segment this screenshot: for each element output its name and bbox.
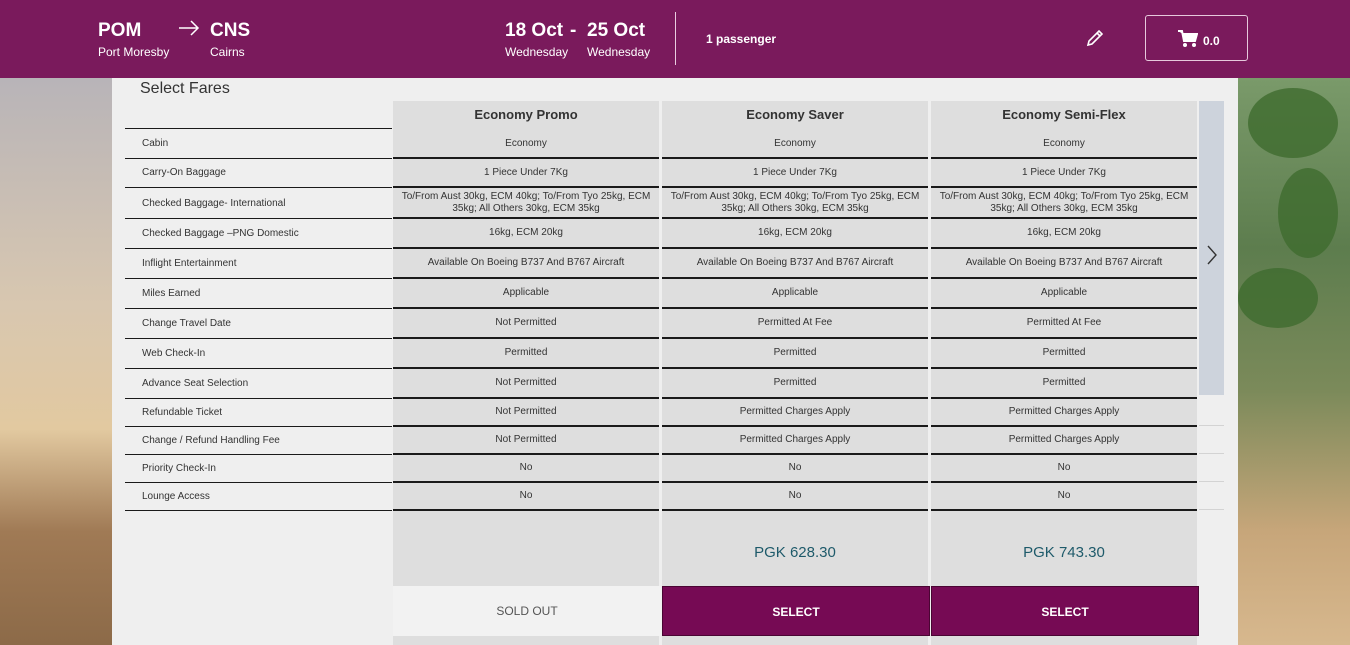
fare-feature-value: Permitted At Fee [757,317,833,328]
fare-feature-value: Permitted Charges Apply [1008,434,1120,445]
fare-feature-value: No [1057,490,1071,501]
feature-label: Refundable Ticket [142,406,223,418]
fare-feature-value: Permitted Charges Apply [739,406,851,417]
next-fares-button[interactable] [1199,101,1224,395]
fare-feature-value: Available On Boeing B737 And B767 Aircra… [696,257,894,268]
fare-feature-value: Permitted [773,377,817,388]
origin-city: Port Moresby [98,45,170,59]
origin-code: POM [98,20,142,41]
feature-label: Priority Check-In [142,462,216,474]
cart-total: 0.0 [1203,34,1220,48]
select-fare-button[interactable]: SELECT [931,586,1199,636]
dest-code: CNS [210,20,251,41]
fare-feature-value: Applicable [771,287,819,298]
fare-feature-value: Permitted [773,347,817,358]
panel-title: Select Fares [140,80,230,97]
row-divider [1199,481,1224,482]
depart-day: Wednesday [505,45,569,59]
fare-feature-value: No [788,462,802,473]
feature-label: Checked Baggage- International [142,197,286,209]
row-divider [1199,453,1224,454]
fare-price: PGK 628.30 [754,544,836,561]
fare-feature-value: Permitted Charges Apply [739,434,851,445]
fare-feature-value: Available On Boeing B737 And B767 Aircra… [965,257,1163,268]
fare-name: Economy Semi-Flex [1002,107,1126,122]
feature-label: Cabin [142,138,169,149]
header-divider [675,12,676,65]
fare-feature-value: Not Permitted [495,434,557,445]
row-divider [1199,509,1224,510]
fare-feature-value: 16kg, ECM 20kg [489,227,563,238]
fare-feature-value: Permitted At Fee [1026,317,1102,328]
feature-label: Advance Seat Selection [142,377,249,389]
fare-feature-value: Permitted Charges Apply [1008,406,1120,417]
fare-feature-value: To/From Aust 30kg, ECM 40kg; To/From Tyo… [939,191,1189,214]
row-divider [662,509,928,511]
fare-feature-value: 16kg, ECM 20kg [1027,227,1101,238]
feature-label: Lounge Access [142,490,210,502]
feature-label: Carry-On Baggage [142,167,226,178]
fare-feature-value: To/From Aust 30kg, ECM 40kg; To/From Tyo… [401,191,651,214]
feature-label: Change Travel Date [142,317,231,329]
arrow-right-icon [179,20,200,36]
chevron-right-icon [1207,245,1217,265]
row-divider [393,509,659,511]
label-divider [125,510,392,511]
fare-feature-value: 1 Piece Under 7Kg [484,166,568,178]
feature-label: Inflight Entertainment [142,257,237,269]
passenger-count: 1 passenger [706,32,777,46]
fare-name: Economy Saver [746,107,844,122]
background-right [1238,78,1350,645]
trip-summary-header: POM Port Moresby CNS Cairns 18 Oct - 25 … [0,0,1350,78]
fare-feature-value: Permitted [1042,377,1086,388]
fare-column-economy-promo: Economy Promo Economy 1 Piece Under 7Kg To/… [393,101,659,645]
fare-feature-value: 1 Piece Under 7Kg [753,166,837,178]
fare-feature-value: Not Permitted [495,317,557,328]
fare-feature-value: 1 Piece Under 7Kg [1022,166,1106,178]
fare-feature-value: Permitted [1042,347,1086,358]
dest-city: Cairns [210,45,245,59]
feature-label: Change / Refund Handling Fee [142,434,280,446]
fare-selection-panel: Select Fares Cabin Carry-On Baggage Checke… [112,78,1238,645]
fare-feature-value: No [1057,462,1071,473]
background-left [0,78,112,645]
fare-column-economy-saver: Economy Saver Economy 1 Piece Under 7Kg To/… [662,101,928,645]
shopping-cart-icon [1178,30,1198,47]
feature-label: Miles Earned [142,287,201,299]
cart-button[interactable]: 0.0 [1145,15,1248,61]
return-date: 25 Oct [587,20,646,41]
feature-label: Web Check-In [142,347,206,359]
row-divider [931,509,1197,511]
depart-date: 18 Oct [505,20,564,41]
fare-feature-value: To/From Aust 30kg, ECM 40kg; To/From Tyo… [670,191,920,214]
fare-column-economy-semi-flex: Economy Semi-Flex Economy 1 Piece Under 7K… [931,101,1197,645]
fare-feature-value: Available On Boeing B737 And B767 Aircra… [427,257,625,268]
fare-price: PGK 743.30 [1023,544,1105,561]
pencil-edit-icon[interactable] [1084,27,1106,49]
select-fare-button[interactable]: SELECT [662,586,930,636]
feature-label: Checked Baggage –PNG Domestic [142,227,299,239]
fare-feature-value: No [519,462,533,473]
fare-feature-value: Applicable [502,287,550,298]
sold-out-label: SOLD OUT [393,586,661,636]
fare-feature-value: 16kg, ECM 20kg [758,227,832,238]
return-day: Wednesday [587,45,651,59]
fare-feature-value: Economy [1043,137,1085,149]
fare-feature-value: Economy [505,137,547,149]
fare-feature-value: No [788,490,802,501]
fare-feature-value: Not Permitted [495,406,557,417]
fare-feature-value: Permitted [504,347,548,358]
fare-feature-value: Applicable [1040,287,1088,298]
fare-name: Economy Promo [474,107,578,122]
row-divider [1199,425,1224,426]
fare-feature-value: Economy [774,137,816,149]
fare-feature-value: No [519,490,533,501]
fare-feature-value: Not Permitted [495,377,557,388]
date-separator: - [570,20,577,41]
